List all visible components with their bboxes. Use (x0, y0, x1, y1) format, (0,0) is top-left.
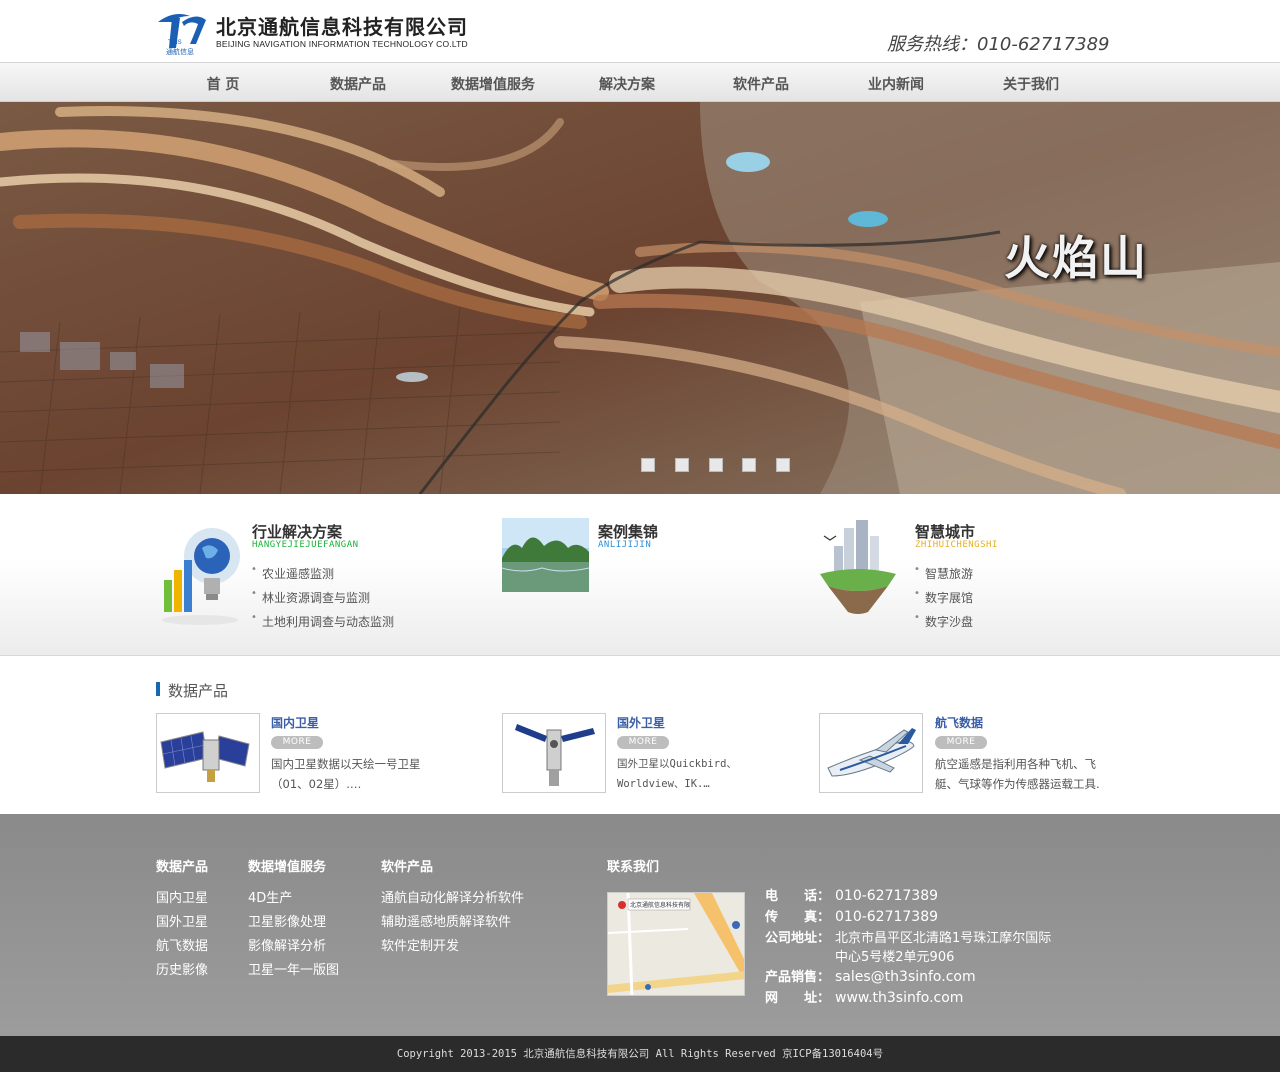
slide-indicators (641, 458, 801, 472)
solution-link-digital-museum[interactable]: 数字展馆 (914, 588, 973, 606)
footer-heading-software: 软件产品 (381, 860, 434, 875)
contact-website-label: 网 址： (765, 991, 831, 1006)
footer-link-foreign-satellite[interactable]: 国外卫星 (156, 911, 208, 930)
footer-heading-contact: 联系我们 (607, 860, 660, 875)
smart-city-icon (820, 520, 896, 614)
contact-address-line2-value: 中心5号楼2单元906 (835, 950, 955, 965)
contact-phone-label: 电 话： (765, 889, 831, 904)
footer-link-custom-software[interactable]: 软件定制开发 (381, 935, 459, 954)
solution-link-agriculture[interactable]: 农业遥感监测 (251, 564, 334, 582)
contact-fax-label: 传 真： (765, 910, 831, 925)
solution-pinyin-industry: HANGYEJIEJUEFANGAN (252, 540, 359, 550)
footer-link-historical-imagery[interactable]: 历史影像 (156, 959, 208, 978)
slide-dot-2[interactable] (675, 458, 689, 472)
product-thumb-foreign-satellite[interactable] (502, 713, 606, 793)
footer-link-domestic-satellite[interactable]: 国内卫星 (156, 887, 208, 906)
contact-website: 网 址： www.th3sinfo.com (765, 987, 963, 1006)
slide-dot-4[interactable] (742, 458, 756, 472)
satellite-image (0, 102, 1280, 494)
map-graphic: 北京通航信息科技有限 (608, 893, 744, 995)
copyright-bar: Copyright 2013-2015 北京通航信息科技有限公司 All Rig… (0, 1036, 1280, 1072)
footer-link-4d-production[interactable]: 4D生产 (248, 887, 292, 906)
contact-address-value: 北京市昌平区北清路1号珠江摩尔国际 (835, 931, 1052, 946)
solution-link-forestry[interactable]: 林业资源调查与监测 (251, 588, 370, 606)
site-header: THIS 通航信息 北京通航信息科技有限公司 BEIJING NAVIGATIO… (0, 0, 1280, 62)
logo-sub-text: 通航信息 (166, 47, 194, 56)
nav-home[interactable]: 首 页 (207, 74, 240, 94)
solution-title-smart-city[interactable]: 智慧城市 (915, 521, 975, 542)
slide-dot-1[interactable] (641, 458, 655, 472)
product-name-domestic-satellite[interactable]: 国内卫星 (271, 714, 319, 731)
slide-dot-5[interactable] (776, 458, 790, 472)
footer-heading-value-added: 数据增值服务 (248, 860, 327, 875)
product-more-button-foreign[interactable]: MORE (617, 736, 669, 749)
footer-link-image-interpretation[interactable]: 影像解译分析 (248, 935, 326, 954)
company-name-cn[interactable]: 北京通航信息科技有限公司 (216, 11, 468, 40)
product-name-aerial-data[interactable]: 航飞数据 (935, 714, 983, 731)
product-more-button-aerial[interactable]: MORE (935, 736, 987, 749)
contact-phone: 电 话： 010-62717389 (765, 885, 938, 904)
company-logo-icon[interactable]: THIS 通航信息 (156, 8, 208, 56)
nav-value-added-services[interactable]: 数据增值服务 (451, 74, 535, 94)
product-desc-domestic-satellite: 国内卫星数据以天绘一号卫星（01、02星）.… (271, 757, 421, 791)
solution-title-industry[interactable]: 行业解决方案 (252, 521, 342, 542)
contact-address: 公司地址： 北京市昌平区北清路1号珠江摩尔国际 (765, 927, 1051, 946)
airplane-icon (827, 728, 916, 777)
case-photo[interactable] (502, 518, 589, 592)
contact-fax-value: 010-62717389 (835, 909, 939, 925)
footer-link-aerial-data[interactable]: 航飞数据 (156, 935, 208, 954)
nav-about-us[interactable]: 关于我们 (1003, 74, 1059, 94)
banner-title: 火焰山 (1004, 231, 1148, 285)
nav-data-products[interactable]: 数据产品 (330, 74, 386, 94)
solution-pinyin-cases: ANLIJIJIN (598, 540, 652, 550)
map-pin-icon (618, 901, 626, 909)
footer-link-auto-interpretation-software[interactable]: 通航自动化解译分析软件 (381, 887, 524, 906)
product-desc-foreign-satellite: 国外卫星以Quickbird、Worldview、IK.… (617, 758, 737, 790)
nav-software-products[interactable]: 软件产品 (733, 74, 789, 94)
solutions-strip: 行业解决方案 HANGYEJIEJUEFANGAN 农业遥感监测 林业资源调查与… (0, 494, 1280, 656)
contact-website-link[interactable]: www.th3sinfo.com (835, 990, 963, 1006)
product-thumb-aerial-data[interactable] (819, 713, 923, 793)
footer-link-image-processing[interactable]: 卫星影像处理 (248, 911, 326, 930)
contact-sales-email[interactable]: sales@th3sinfo.com (835, 969, 976, 985)
solution-link-smart-tourism[interactable]: 智慧旅游 (914, 564, 973, 582)
contact-sales-label: 产品销售： (765, 970, 831, 985)
contact-fax: 传 真： 010-62717389 (765, 906, 938, 925)
product-name-foreign-satellite[interactable]: 国外卫星 (617, 714, 665, 731)
solution-link-land-use[interactable]: 土地利用调查与动态监测 (251, 612, 394, 630)
contact-address-line2: 中心5号楼2单元906 (765, 946, 954, 965)
footer-link-geology-software[interactable]: 辅助遥感地质解译软件 (381, 911, 511, 930)
nav-solutions[interactable]: 解决方案 (599, 74, 655, 94)
company-name-en: BEIJING NAVIGATION INFORMATION TECHNOLOG… (216, 39, 468, 49)
product-more-button-domestic[interactable]: MORE (271, 736, 323, 749)
footer-link-annual-map[interactable]: 卫星一年一版图 (248, 959, 339, 978)
satellite-icon (160, 731, 250, 782)
contact-address-label: 公司地址： (765, 931, 831, 946)
contact-sales: 产品销售： sales@th3sinfo.com (765, 966, 976, 985)
contact-phone-value: 010-62717389 (835, 888, 939, 904)
slide-dot-3[interactable] (709, 458, 723, 472)
solution-link-digital-sandtable[interactable]: 数字沙盘 (914, 612, 973, 630)
solution-title-cases[interactable]: 案例集锦 (598, 521, 658, 542)
footer-heading-data-products: 数据产品 (156, 860, 209, 875)
location-map[interactable]: 北京通航信息科技有限 (607, 892, 745, 996)
service-hotline: 服务热线：010-62717389 (887, 34, 1110, 55)
heading-accent-bar (156, 682, 160, 696)
hero-banner[interactable]: 火焰山 (0, 102, 1280, 494)
nav-industry-news[interactable]: 业内新闻 (868, 74, 924, 94)
main-nav: 首 页 数据产品 数据增值服务 解决方案 软件产品 业内新闻 关于我们 (0, 62, 1280, 102)
product-desc-aerial-data: 航空遥感是指利用各种飞机、飞艇、气球等作为传感器运载工具. (935, 757, 1100, 791)
satellite-icon (515, 724, 595, 786)
products-heading-text: 数据产品 (168, 682, 229, 700)
logo-mark-text: THIS (168, 40, 182, 46)
solution-pinyin-smart-city: ZHIHUICHENGSHI (915, 540, 998, 550)
product-thumb-domestic-satellite[interactable] (156, 713, 260, 793)
map-label: 北京通航信息科技有限 (630, 901, 690, 909)
globe-bulb-icon (162, 528, 240, 625)
